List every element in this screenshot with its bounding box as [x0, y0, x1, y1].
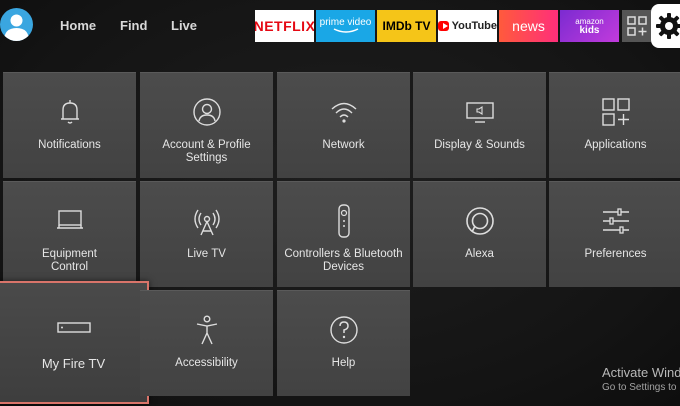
- all-apps-button[interactable]: [622, 10, 651, 42]
- help-icon: [277, 315, 410, 345]
- gear-icon: [656, 13, 680, 39]
- tile-display-sounds[interactable]: Display & Sounds: [413, 72, 546, 178]
- app-amazon-kids[interactable]: amazon kids: [560, 10, 619, 42]
- tile-label: Network: [322, 139, 365, 151]
- tile-live-tv[interactable]: Live TV: [140, 181, 273, 287]
- nav-live[interactable]: Live: [171, 18, 197, 33]
- top-bar: Home Find Live NETFLIX prime video IMDb …: [0, 0, 680, 52]
- tile-help[interactable]: Help: [277, 290, 410, 396]
- remote-icon: [277, 204, 410, 238]
- nav-find[interactable]: Find: [120, 18, 147, 33]
- alexa-icon: [413, 206, 546, 236]
- tile-label: Notifications: [38, 139, 101, 151]
- tile-label: My Fire TV: [41, 356, 106, 371]
- app-news-label: news: [512, 18, 545, 34]
- tile-label: Display & Sounds: [434, 139, 525, 151]
- prime-smile-icon: [333, 28, 358, 33]
- fire-tv-device-icon: [0, 313, 147, 343]
- bell-icon: [3, 97, 136, 127]
- tile-label: Help: [331, 357, 356, 369]
- app-prime-label: prime video: [319, 17, 372, 28]
- tv-icon: [3, 206, 136, 236]
- sliders-icon: [549, 206, 680, 236]
- app-netflix[interactable]: NETFLIX: [255, 10, 314, 42]
- tile-label: Controllers & Bluetooth Devices: [284, 248, 403, 273]
- nav-home[interactable]: Home: [60, 18, 96, 33]
- youtube-play-icon: [438, 21, 449, 31]
- tile-account-profile-settings[interactable]: Account & Profile Settings: [140, 72, 273, 178]
- tile-label: Accessibility: [175, 357, 238, 369]
- profile-avatar[interactable]: [0, 8, 33, 41]
- antenna-icon: [140, 206, 273, 236]
- tile-controllers-bluetooth[interactable]: Controllers & Bluetooth Devices: [277, 181, 410, 287]
- app-imdb-tv[interactable]: IMDb TV: [377, 10, 436, 42]
- tile-label: Applications: [584, 139, 647, 151]
- apps-grid-icon: [549, 97, 680, 127]
- tile-label: Live TV: [187, 248, 226, 260]
- tile-label: Account & Profile Settings: [162, 139, 251, 164]
- tile-notifications[interactable]: Notifications: [3, 72, 136, 178]
- app-youtube-label: YouTube: [451, 20, 497, 32]
- tile-applications[interactable]: Applications: [549, 72, 680, 178]
- accessibility-icon: [140, 315, 273, 345]
- app-news[interactable]: news: [499, 10, 558, 42]
- tile-preferences[interactable]: Preferences: [549, 181, 680, 287]
- tile-label: Alexa: [465, 248, 494, 260]
- wifi-icon: [277, 97, 410, 127]
- person-icon: [140, 97, 273, 127]
- tile-label: Equipment Control: [42, 248, 97, 273]
- app-youtube[interactable]: YouTube: [438, 10, 497, 42]
- display-sound-icon: [413, 97, 546, 127]
- tile-my-fire-tv[interactable]: My Fire TV: [0, 281, 149, 404]
- app-kids-label-2: kids: [579, 25, 600, 36]
- tile-network[interactable]: Network: [277, 72, 410, 178]
- activation-watermark-subtitle: Go to Settings to: [602, 382, 677, 393]
- app-netflix-label: NETFLIX: [255, 18, 314, 34]
- tile-label: Preferences: [584, 248, 647, 260]
- tile-accessibility[interactable]: Accessibility: [140, 290, 273, 396]
- tile-alexa[interactable]: Alexa: [413, 181, 546, 287]
- activation-watermark-title: Activate Wind: [602, 365, 680, 380]
- apps-grid-small-icon: [626, 16, 647, 36]
- app-imdb-label: IMDb TV: [382, 19, 431, 33]
- settings-button[interactable]: [651, 4, 680, 48]
- tile-equipment-control[interactable]: Equipment Control: [3, 181, 136, 287]
- avatar-person-icon: [4, 14, 29, 41]
- app-prime-video[interactable]: prime video: [316, 10, 375, 42]
